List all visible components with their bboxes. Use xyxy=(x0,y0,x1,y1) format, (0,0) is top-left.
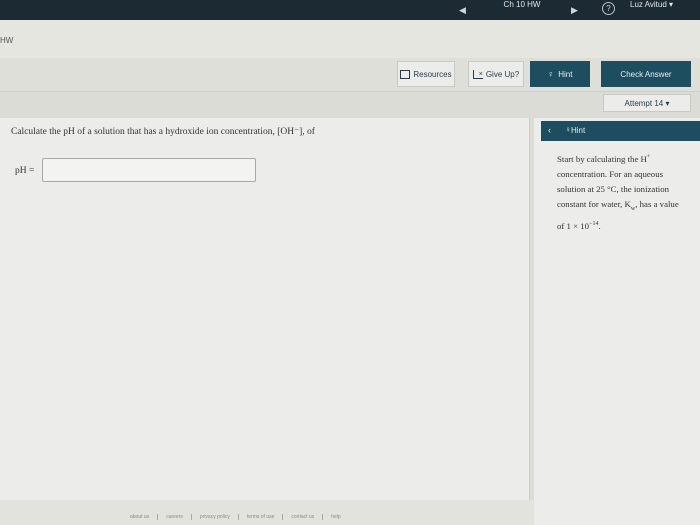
lightbulb-icon: ♀ xyxy=(547,69,555,79)
hint-header: ‹ ♀ Hint xyxy=(541,121,700,141)
prev-assignment-icon[interactable]: ◀ xyxy=(459,5,466,16)
question-text: Calculate the pH of a solution that has … xyxy=(11,127,315,137)
hint-back-icon[interactable]: ‹ xyxy=(548,125,551,135)
breadcrumb[interactable]: HW xyxy=(0,36,13,45)
user-name: Luz Avitud xyxy=(630,0,667,9)
resources-icon xyxy=(400,69,411,79)
check-answer-button[interactable]: Check Answer xyxy=(601,61,691,87)
header-strip xyxy=(0,20,700,58)
toolbar xyxy=(0,58,700,92)
hint-title: Hint xyxy=(571,126,586,135)
give-up-icon: × xyxy=(472,69,483,79)
assignment-title: Ch 10 HW xyxy=(503,0,541,9)
resources-label: Resources xyxy=(413,69,452,79)
resources-button[interactable]: Resources xyxy=(397,61,455,87)
footer xyxy=(0,500,534,525)
footer-link[interactable]: help xyxy=(323,514,348,520)
help-icon[interactable]: ? xyxy=(602,2,615,15)
footer-link[interactable]: contact us xyxy=(283,514,324,520)
user-caret-icon: ▾ xyxy=(669,0,674,9)
attempt-caret-icon: ▾ xyxy=(665,98,670,108)
check-answer-label: Check Answer xyxy=(620,69,672,79)
ph-answer-input[interactable] xyxy=(42,158,256,182)
ph-label: pH = xyxy=(15,166,35,176)
footer-link[interactable]: terms of use xyxy=(239,514,284,520)
footer-link[interactable]: about us xyxy=(122,514,159,520)
footer-link[interactable]: careers xyxy=(158,514,192,520)
hint-button[interactable]: ♀ Hint xyxy=(530,61,590,87)
next-assignment-icon[interactable]: ▶ xyxy=(571,5,578,16)
top-bar: ◀ Ch 10 HW ▶ ? Luz Avitud ▾ xyxy=(0,0,700,20)
footer-link[interactable]: privacy policy xyxy=(192,514,239,520)
hint-label: Hint xyxy=(558,69,573,79)
footer-links: about us careers privacy policy terms of… xyxy=(122,514,349,520)
give-up-label: Give Up? xyxy=(485,69,520,79)
attempt-label: Attempt 14 xyxy=(624,98,664,108)
user-menu[interactable]: Luz Avitud ▾ xyxy=(630,0,673,9)
hint-text: Start by calculating the H+ concentratio… xyxy=(557,153,679,231)
give-up-button[interactable]: × Give Up? xyxy=(468,61,524,87)
attempt-dropdown[interactable]: Attempt 14 ▾ xyxy=(603,94,691,112)
